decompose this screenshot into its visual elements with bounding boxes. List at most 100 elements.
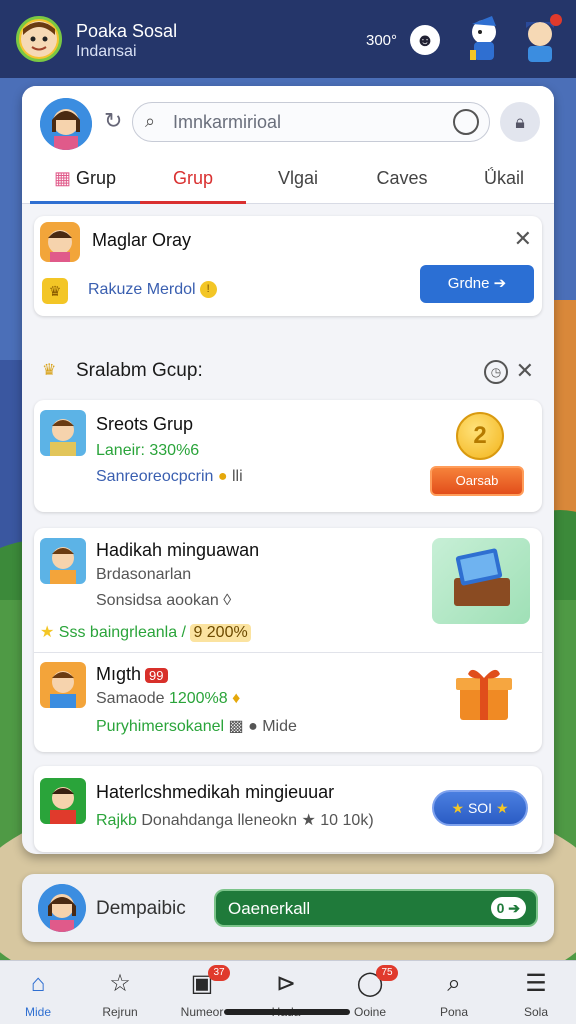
tab-kail[interactable]: Ǘkail [454, 160, 554, 204]
promo-card[interactable]: Haterlcshmedikah mingieuuar Rajkb Donahd… [34, 766, 542, 852]
search-bar: ⌕ [132, 102, 490, 142]
nav-label: Rejrun [102, 1005, 138, 1019]
gift-icon: ▦ [53, 168, 71, 188]
tab-caves[interactable]: Caves [352, 160, 452, 204]
star-icon: ★ [495, 800, 509, 816]
percent-badge: 9 200% [190, 624, 251, 642]
crown-icon: ♛ [42, 278, 68, 304]
bottom-status-card: Dempaibic Oaenerkall 0 ➔ [22, 874, 554, 942]
chat-bubble-icon[interactable] [453, 109, 479, 135]
notification-badge: 37 [208, 965, 230, 981]
bottom-bar-value-text: 0 [496, 900, 505, 916]
profile-subtitle: Indansai [76, 43, 137, 60]
character-mascot-icon[interactable] [462, 14, 506, 64]
close-icon[interactable]: ✕ [516, 358, 534, 384]
list-item-line3-text: Sss baingrleanla / [58, 624, 186, 641]
currency-count: 300° [366, 32, 398, 49]
list-item-line2-text: Puryhimersokanel [96, 718, 225, 735]
home-icon: ⌂ [30, 970, 46, 997]
play-icon: ⊳ [275, 970, 297, 997]
main-panel: ↻ ⌕ 🔒︎ ▦ Grup Grup Vlgai Caves Ǘkail Mag… [22, 86, 554, 854]
arrow-icon: ➔ [508, 900, 520, 916]
list-item-line2: Puryhimersokanel ▩ ● Mide [96, 716, 297, 736]
nav-item-pona[interactable]: ⌕ Pona [418, 961, 490, 1024]
promo-subtitle-text: Donahdanga lleneokn ★ 10 10k) [141, 812, 374, 829]
menu-icon: ☰ [525, 970, 547, 997]
notification-badge: 75 [376, 965, 398, 981]
search-input[interactable] [173, 103, 443, 141]
profile-avatar[interactable] [16, 16, 62, 62]
coin-icon: ● [217, 468, 228, 485]
group-card[interactable]: Sreots Grup Laneir: 330%6 Sanreoreocpcri… [34, 400, 542, 512]
close-icon[interactable]: ✕ [514, 226, 532, 252]
list-item-avatar [40, 662, 86, 708]
list-item-line1: Samaode 1200%8 ♦ [96, 690, 240, 708]
list-item-line2-suffix: Mide [262, 718, 297, 735]
notice-subtitle-text: Rakuze Merdol [88, 281, 196, 298]
face-coin-icon[interactable]: ☻ [410, 25, 440, 55]
lock-icon[interactable]: 🔒︎ [500, 102, 540, 142]
lightbulb-icon: ♦ [232, 690, 241, 707]
tab-bar: ▦ Grup Grup Vlgai Caves Ǘkail [22, 160, 554, 204]
bottom-label: Dempaibic [96, 898, 186, 919]
timer-icon[interactable]: ◷ [484, 360, 508, 384]
nav-label: Pona [439, 1005, 469, 1019]
list-item-line2-text: Sonsidsa aookan [96, 592, 219, 609]
items-icon: ▩ ● [228, 718, 258, 735]
gift-box-image [456, 669, 512, 720]
list-item-title-text: Mıgth [96, 664, 142, 684]
nav-item-sola[interactable]: ☰ Sola [500, 961, 572, 1024]
group-avatar [40, 410, 86, 456]
notice-card: Maglar Oray ✕ ♛ Rakuze Merdol! Grdne ➔ [34, 216, 542, 316]
tab-indicator [30, 201, 140, 204]
list-item-line3: ★ Sss baingrleanla / 9 200% [40, 622, 251, 642]
nav-item-mide[interactable]: ⌂ Mide [2, 961, 74, 1024]
tab-grup-2[interactable]: Grup [140, 160, 246, 204]
star-icon: ☆ [109, 970, 131, 997]
notice-title: Maglar Oray [92, 230, 192, 250]
notice-action-button[interactable]: Grdne ➔ [420, 265, 534, 303]
bottom-avatar[interactable] [38, 884, 86, 932]
home-indicator[interactable] [224, 1009, 350, 1015]
list-item-title[interactable]: Mıgth 99 [96, 664, 168, 685]
list-divider [34, 652, 542, 653]
character-avatar-icon[interactable] [518, 14, 562, 64]
user-avatar[interactable] [40, 98, 92, 150]
section-header: ♛ Sralabm Gcup: ◷ ✕ [34, 350, 542, 390]
notice-subtitle: Rakuze Merdol! [88, 281, 217, 299]
group-stat: Laneir: 330%6 [96, 442, 200, 459]
bottom-action-bar[interactable]: Oaenerkall 0 ➔ [214, 889, 538, 927]
star-icon: ★ [451, 800, 465, 816]
top-bar: Poaka Sosal Indansai 300° ☻ [0, 0, 576, 78]
list-item-title[interactable]: Hadikah minguawan [96, 540, 259, 561]
search-icon: ⌕ [145, 111, 156, 131]
coin-icon: 2 [456, 412, 504, 460]
bottom-bar-label: Oaenerkall [228, 899, 311, 918]
nav-label: Mide [24, 1005, 51, 1019]
refresh-icon[interactable]: ↻ [104, 108, 122, 134]
group-title: Sreots Grup [96, 414, 194, 434]
coin-icon: ! [199, 281, 217, 299]
tab-vlgai[interactable]: Vlgai [248, 160, 348, 204]
nav-label: Sola [523, 1005, 549, 1019]
tab-grup-1[interactable]: ▦ Grup [30, 160, 140, 204]
list-item-line1: Brdasonarlan [96, 566, 192, 583]
tab-label: Grup [76, 168, 117, 188]
promo-subtitle-highlight: Rajkb [96, 812, 137, 829]
hearts-badge: 99 [145, 667, 168, 683]
promo-action-button[interactable]: ★ SOI ★ [432, 790, 528, 826]
list-item-line2: Sonsidsa aookan ◊ [96, 592, 231, 610]
list-item-line1-num: 1200%8 [168, 690, 228, 707]
bottom-bar-value: 0 ➔ [490, 897, 526, 919]
nav-item-rejrun[interactable]: ☆ Rejrun [84, 961, 156, 1024]
group-desc-suffix: lli [231, 468, 243, 485]
crown-icon: ♛ [42, 362, 57, 379]
group-join-button[interactable]: Oarsab [430, 466, 524, 496]
group-desc: Sanreoreocpcrin ● lli [96, 468, 243, 486]
panel-header: ↻ ⌕ 🔒︎ ▦ Grup Grup Vlgai Caves Ǘkail [22, 86, 554, 204]
promo-subtitle: Rajkb Donahdanga lleneokn ★ 10 10k) [96, 810, 374, 830]
list-item-line1-prefix: Samaode [96, 690, 165, 707]
list-item-avatar [40, 538, 86, 584]
promo-title: Haterlcshmedikah mingieuuar [96, 782, 335, 802]
laptop-chest-image [432, 538, 530, 624]
